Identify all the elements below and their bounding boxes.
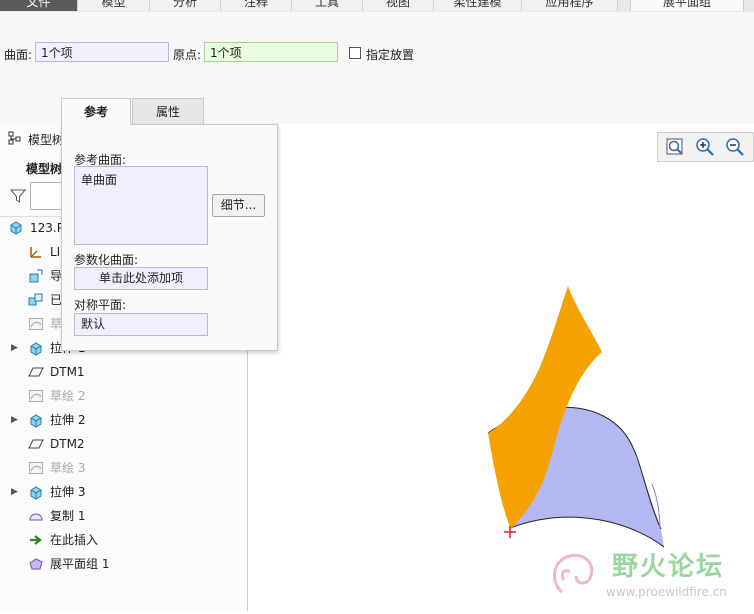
- tree-item[interactable]: 展平面组 1: [0, 553, 247, 575]
- ribbon-tab-1[interactable]: 模型: [78, 0, 150, 11]
- tree-item[interactable]: 草绘 2: [0, 385, 247, 407]
- tab-properties[interactable]: 属性: [132, 98, 204, 124]
- flatten-quilt-icon: [29, 558, 43, 570]
- tree-item-label: 复制 1: [50, 509, 86, 523]
- placement-checkbox-label: 指定放置: [366, 48, 415, 62]
- tree-item-label: DTM1: [50, 365, 85, 379]
- ribbon-tab-bar: 文件 模型 分析 注释 工具 视图 柔性建模 应用程序 展平面组: [0, 0, 754, 12]
- forum-watermark: 野火论坛 www.proewildfire.cn: [540, 540, 754, 611]
- view-toolbar: [657, 132, 754, 162]
- param-surface-collector[interactable]: 单击此处添加项: [74, 267, 208, 290]
- surface-label: 曲面:: [4, 48, 33, 62]
- surface-collector[interactable]: 1个项: [35, 42, 169, 62]
- ref-surface-item[interactable]: 单曲面: [81, 173, 117, 187]
- sym-plane-collector[interactable]: 默认: [74, 313, 208, 336]
- references-panel: 参考曲面: 单曲面 细节... 参数化曲面: 单击此处添加项 对称平面: 默认: [61, 124, 278, 351]
- tree-item-label: 在此插入: [50, 533, 99, 547]
- copy-surface-icon: [29, 513, 43, 521]
- ribbon-tab-7[interactable]: 应用程序: [522, 0, 618, 11]
- tree-item-label: 草绘 2: [50, 389, 86, 403]
- tree-item-label: DTM2: [50, 437, 85, 451]
- expand-arrow-icon[interactable]: ▶: [11, 409, 18, 431]
- sketch-icon: [29, 462, 43, 474]
- tree-item[interactable]: 草绘 3: [0, 457, 247, 479]
- tree-item-label: 拉伸 3: [50, 485, 86, 499]
- expand-arrow-icon[interactable]: ▶: [11, 337, 18, 359]
- flatten-quilt-dashboard: 曲面: 1个项 原点: 1个项 指定放置 参考 属性: [0, 12, 754, 125]
- model-tree-title: 模型树: [28, 133, 65, 147]
- datum-plane-icon: [28, 367, 44, 377]
- tree-item[interactable]: ▶ 拉伸 2: [0, 409, 247, 431]
- model-tree-icon[interactable]: [8, 131, 22, 145]
- model-viewport[interactable]: [254, 124, 754, 611]
- ribbon-tab-5[interactable]: 视图: [363, 0, 434, 11]
- insert-here-arrow-icon: [30, 535, 42, 545]
- ribbon-tab-2[interactable]: 分析: [150, 0, 221, 11]
- ribbon-tab-3[interactable]: 注释: [221, 0, 292, 11]
- csys-icon: [30, 247, 41, 258]
- placement-checkbox[interactable]: [349, 47, 361, 59]
- tree-item-label: 草绘 3: [50, 461, 86, 475]
- ribbon-tab-0[interactable]: 文件: [0, 0, 78, 11]
- refit-icon[interactable]: [664, 136, 686, 158]
- datum-plane-icon: [28, 439, 44, 449]
- extrude-icon: [30, 414, 42, 428]
- ribbon-tab-6[interactable]: 柔性建模: [434, 0, 522, 11]
- sketch-icon: [29, 318, 43, 330]
- tree-item[interactable]: 复制 1: [0, 505, 247, 527]
- tree-item[interactable]: DTM2: [0, 433, 247, 455]
- zoom-in-icon[interactable]: [694, 136, 716, 158]
- expand-arrow-icon[interactable]: ▶: [11, 481, 18, 503]
- tab-references[interactable]: 参考: [61, 98, 131, 125]
- model-tree-subtitle: 模型树: [26, 162, 63, 176]
- extrude-icon: [30, 486, 42, 500]
- param-surface-label: 参数化曲面:: [74, 253, 139, 267]
- details-button[interactable]: 细节...: [212, 194, 265, 217]
- ribbon-tab-4[interactable]: 工具: [292, 0, 363, 11]
- tree-item[interactable]: 在此插入: [0, 529, 247, 551]
- sketch-icon: [29, 390, 43, 402]
- tree-item-label: 展平面组 1: [50, 557, 110, 571]
- ref-surface-collector[interactable]: 单曲面: [74, 166, 208, 245]
- import-feature-icon: [29, 269, 43, 283]
- filter-icon[interactable]: [10, 188, 26, 204]
- part-icon: [10, 221, 22, 235]
- watermark-title: 野火论坛: [612, 552, 725, 582]
- sym-plane-label: 对称平面:: [74, 298, 127, 312]
- tree-item[interactable]: DTM1: [0, 361, 247, 383]
- tree-item-label: LI: [50, 245, 61, 259]
- zoom-out-icon[interactable]: [724, 136, 746, 158]
- merge-feature-icon: [28, 293, 43, 306]
- tree-item-label: 拉伸 2: [50, 413, 86, 427]
- origin-label: 原点:: [173, 48, 202, 62]
- extrude-icon: [30, 342, 42, 356]
- origin-collector[interactable]: 1个项: [204, 42, 338, 62]
- ribbon-tab-8[interactable]: 展平面组: [630, 0, 744, 11]
- watermark-logo-icon: [553, 553, 594, 594]
- watermark-url: www.proewildfire.cn: [606, 585, 727, 599]
- tree-item[interactable]: ▶ 拉伸 3: [0, 481, 247, 503]
- graphics-window[interactable]: [254, 124, 754, 611]
